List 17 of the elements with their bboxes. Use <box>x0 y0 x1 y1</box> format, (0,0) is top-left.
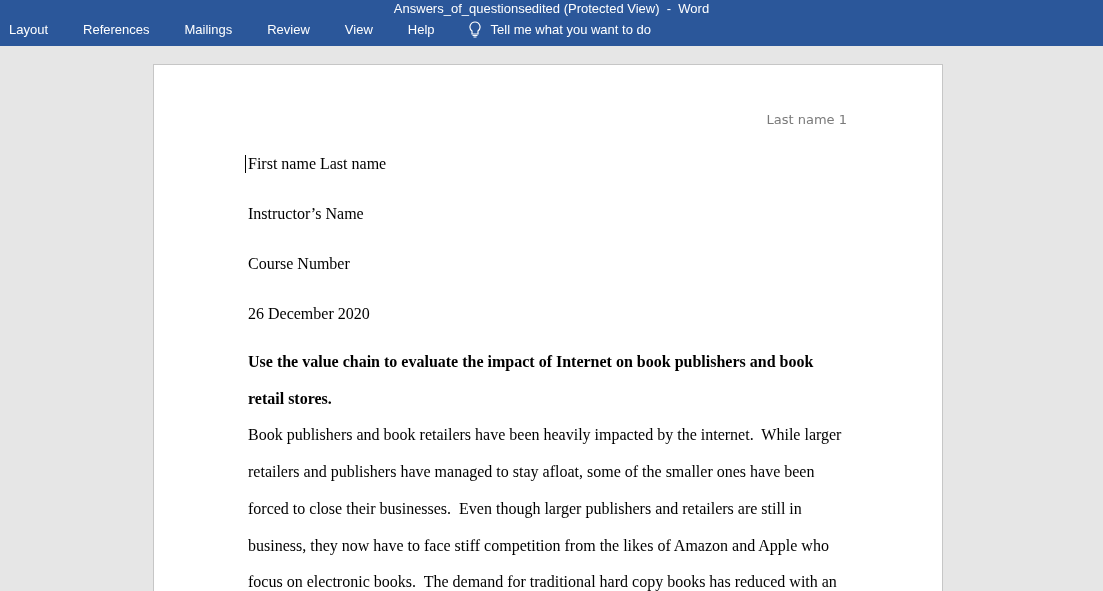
document-line: 26 December 2020 <box>248 305 370 322</box>
page-header: Last name 1 <box>766 112 847 127</box>
document-line: Course Number <box>248 255 350 272</box>
document-line: Instructor’s Name <box>248 205 364 222</box>
menu-tab[interactable]: Review <box>258 22 319 37</box>
menu-tab[interactable]: Help <box>398 22 444 37</box>
document-heading: Use the value chain to evaluate the impact of Internet on book publishers and book retail stores. <box>248 352 815 409</box>
tell-me-search[interactable]: Tell me what you want to do <box>490 22 651 37</box>
menu-tab[interactable]: References <box>74 22 159 37</box>
window-title: Answers_of_questionsedited (Protected View) - Word <box>392 1 711 16</box>
document-line: First name Last name <box>248 155 387 172</box>
lightbulb-icon <box>468 21 481 38</box>
menu-tab[interactable]: Layout <box>0 22 58 37</box>
text-cursor <box>245 155 246 173</box>
menu-tab[interactable]: Mailings <box>175 22 242 37</box>
menu-tab[interactable]: View <box>335 22 382 37</box>
body-paragraph: Book publishers and book retailers have been heavily impacted by the internet. While larger retailers and publishers have managed to stay afloat, some of the smaller ones have been forced to close their businesses. Even though larger publishers and retailers are still in business, they now have to face stiff competition from the likes of Amazon and Apple who focus on electronic books. The demand for traditional hard copy books has reduced with an <box>248 425 843 591</box>
